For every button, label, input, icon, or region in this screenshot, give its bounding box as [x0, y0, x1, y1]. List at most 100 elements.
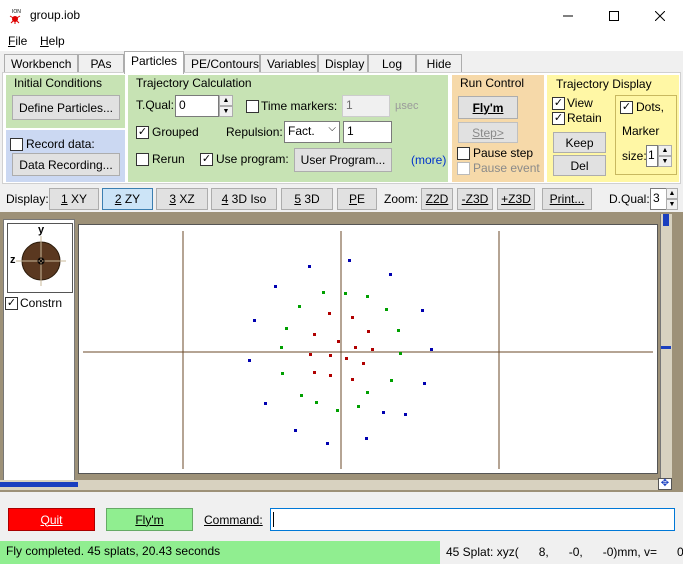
zoom-plus-z3d-button[interactable]: +Z3D: [497, 188, 535, 210]
orientation-widget[interactable]: y z: [7, 223, 73, 293]
dqual-input[interactable]: 3: [650, 188, 667, 210]
splat-dot: [345, 357, 348, 360]
close-button[interactable]: [637, 0, 683, 31]
marker-size-up-button[interactable]: ▲: [658, 145, 672, 156]
print-button[interactable]: Print...: [542, 188, 592, 210]
splat-dot: [329, 374, 332, 377]
time-markers-checkbox[interactable]: [246, 100, 259, 113]
use-program-label: Use program:: [216, 152, 289, 166]
vscroll-thumb[interactable]: [661, 346, 671, 349]
splat-dot: [280, 346, 283, 349]
tab-log[interactable]: Log: [368, 54, 416, 73]
view-3d-iso-button[interactable]: 4 3D Iso: [211, 188, 277, 210]
chevron-down-icon: ⌵: [328, 123, 336, 134]
svg-text:ION: ION: [12, 9, 21, 15]
user-program-button[interactable]: User Program...: [294, 148, 392, 172]
tab-pas[interactable]: PAs: [78, 54, 124, 73]
dots-label: Dots,: [636, 100, 665, 114]
splat-dot: [385, 308, 388, 311]
tqual-up-button[interactable]: ▲: [219, 95, 233, 106]
size-label: size:: [622, 149, 647, 163]
splat-dot: [357, 405, 360, 408]
display-toolbar: Display: 1 XY 2 ZY 3 XZ 4 3D Iso 5 3D PE…: [0, 186, 683, 212]
view-zy-button[interactable]: 2 ZY: [102, 188, 153, 210]
view-xz-button[interactable]: 3 XZ: [156, 188, 208, 210]
data-recording-button[interactable]: Data Recording...: [12, 153, 120, 176]
tab-display[interactable]: Display: [318, 54, 368, 73]
vscroll-top-marker: [663, 214, 669, 226]
splat-dot: [351, 316, 354, 319]
status-readout: 45 Splat: xyz( 8, -0, -0)mm, v= 0.: [446, 545, 683, 559]
splat-dot: [367, 330, 370, 333]
splat-dot: [285, 327, 288, 330]
tab-particles[interactable]: Particles: [124, 51, 184, 74]
tab-workbench[interactable]: Workbench: [4, 54, 78, 73]
status-message: Fly completed. 45 splats, 20.43 seconds: [6, 544, 221, 558]
rerun-checkbox[interactable]: [136, 153, 149, 166]
retain-checkbox[interactable]: ✓: [552, 112, 565, 125]
splat-dot: [322, 291, 325, 294]
grouped-label: Grouped: [152, 125, 199, 139]
record-data-checkbox[interactable]: [10, 138, 23, 151]
constrain-label: Constrn: [20, 296, 63, 310]
move-icon[interactable]: ✥: [658, 478, 672, 490]
marker-size-down-button[interactable]: ▼: [658, 156, 672, 167]
view-3d-button[interactable]: 5 3D: [281, 188, 333, 210]
maximize-button[interactable]: [591, 0, 637, 31]
minimize-button[interactable]: [545, 0, 591, 31]
dqual-up-button[interactable]: ▲: [666, 188, 678, 199]
orientation-panel: y z ✓ Constrn: [3, 219, 75, 489]
zoom-z2d-button[interactable]: Z2D: [421, 188, 453, 210]
more-link[interactable]: (more): [411, 153, 446, 167]
constrain-checkbox[interactable]: ✓: [5, 297, 18, 310]
splat-dot: [404, 413, 407, 416]
define-particles-button[interactable]: Define Particles...: [12, 95, 120, 120]
zoom-minus-z3d-button[interactable]: -Z3D: [457, 188, 493, 210]
use-program-checkbox[interactable]: ✓: [200, 153, 213, 166]
grouped-checkbox[interactable]: ✓: [136, 126, 149, 139]
view-pe-button[interactable]: PE: [337, 188, 377, 210]
splat-dot: [397, 329, 400, 332]
repulsion-amount-input[interactable]: 1: [343, 121, 392, 143]
tab-variables[interactable]: Variables: [260, 54, 318, 73]
dots-checkbox[interactable]: ✓: [620, 101, 633, 114]
tab-pe-contours[interactable]: PE/Contours: [184, 54, 260, 73]
dqual-down-button[interactable]: ▼: [666, 199, 678, 210]
view-checkbox[interactable]: ✓: [552, 97, 565, 110]
marker-size-input[interactable]: 1: [646, 145, 658, 167]
splat-dot: [336, 409, 339, 412]
splat-dot: [421, 309, 424, 312]
vertical-scrollbar[interactable]: [660, 214, 672, 478]
trajectory-canvas[interactable]: [78, 224, 658, 474]
retain-label: Retain: [567, 111, 602, 125]
splat-dot: [253, 319, 256, 322]
keep-button[interactable]: Keep: [553, 132, 606, 153]
hscroll-thumb[interactable]: [0, 482, 78, 487]
text-cursor: [273, 512, 274, 527]
pause-event-checkbox[interactable]: [457, 162, 470, 175]
flym-button[interactable]: Fly'm: [106, 508, 193, 531]
title-bar: ION group.iob: [0, 0, 683, 31]
horizontal-scrollbar[interactable]: [0, 480, 660, 490]
pause-event-label: Pause event: [473, 161, 540, 175]
menu-file[interactable]: File: [8, 34, 27, 48]
tqual-down-button[interactable]: ▼: [219, 106, 233, 117]
del-button[interactable]: Del: [553, 155, 606, 176]
repulsion-select[interactable]: Fact. ⌵: [284, 121, 340, 143]
dqual-label: D.Qual:: [609, 192, 650, 206]
splat-dot: [298, 305, 301, 308]
time-markers-input[interactable]: 1: [342, 95, 390, 117]
flym-top-button[interactable]: Fly'm: [458, 96, 518, 119]
quit-button[interactable]: Quit: [8, 508, 95, 531]
command-input[interactable]: [270, 508, 675, 531]
rerun-label: Rerun: [152, 152, 185, 166]
splat-dot: [366, 295, 369, 298]
tqual-input[interactable]: 0: [175, 95, 219, 117]
tab-hide[interactable]: Hide: [416, 54, 462, 73]
view-xy-button[interactable]: 1 XY: [49, 188, 99, 210]
step-button[interactable]: Step>: [458, 122, 518, 143]
command-bar: Quit Fly'm Command:: [0, 500, 683, 540]
menu-help[interactable]: Help: [40, 34, 65, 48]
pause-step-checkbox[interactable]: [457, 147, 470, 160]
trajectory-calc-header: Trajectory Calculation: [136, 76, 252, 90]
